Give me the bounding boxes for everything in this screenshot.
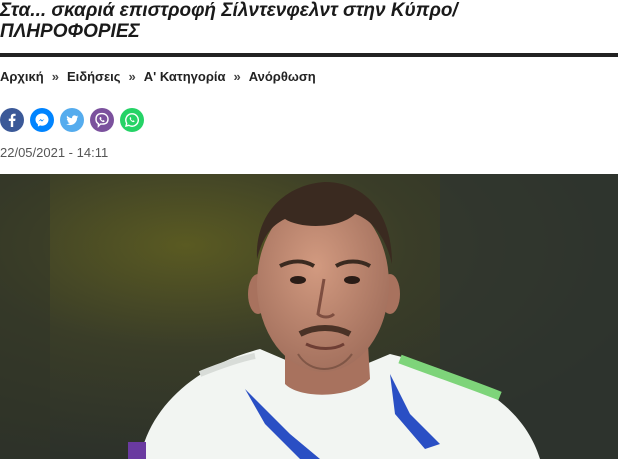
share-bar: [0, 108, 144, 132]
messenger-icon[interactable]: [30, 108, 54, 132]
article-title-line-1: Στα... σκαριά επιστροφή Σίλντενφελντ στη…: [0, 0, 458, 21]
article-title-line-2: ΠΛΗΡΟΦΟΡΙΕΣ: [0, 21, 140, 42]
breadcrumb: Αρχική » Ειδήσεις » Α' Κατηγορία » Ανόρθωση: [0, 69, 316, 84]
breadcrumb-category[interactable]: Α' Κατηγορία: [144, 69, 226, 84]
twitter-icon[interactable]: [60, 108, 84, 132]
title-divider: [0, 53, 618, 57]
whatsapp-icon[interactable]: [120, 108, 144, 132]
article-title: Στα... σκαριά επιστροφή Σίλντενφελντ στη…: [0, 0, 618, 42]
breadcrumb-news[interactable]: Ειδήσεις: [67, 69, 121, 84]
publish-date: 22/05/2021 - 14:11: [0, 145, 109, 160]
breadcrumb-separator: »: [233, 69, 241, 84]
breadcrumb-team[interactable]: Ανόρθωση: [249, 69, 316, 84]
breadcrumb-separator: »: [128, 69, 136, 84]
article-photo[interactable]: [0, 174, 618, 459]
viber-icon[interactable]: [90, 108, 114, 132]
breadcrumb-separator: »: [51, 69, 59, 84]
breadcrumb-home[interactable]: Αρχική: [0, 69, 44, 84]
facebook-icon[interactable]: [0, 108, 24, 132]
